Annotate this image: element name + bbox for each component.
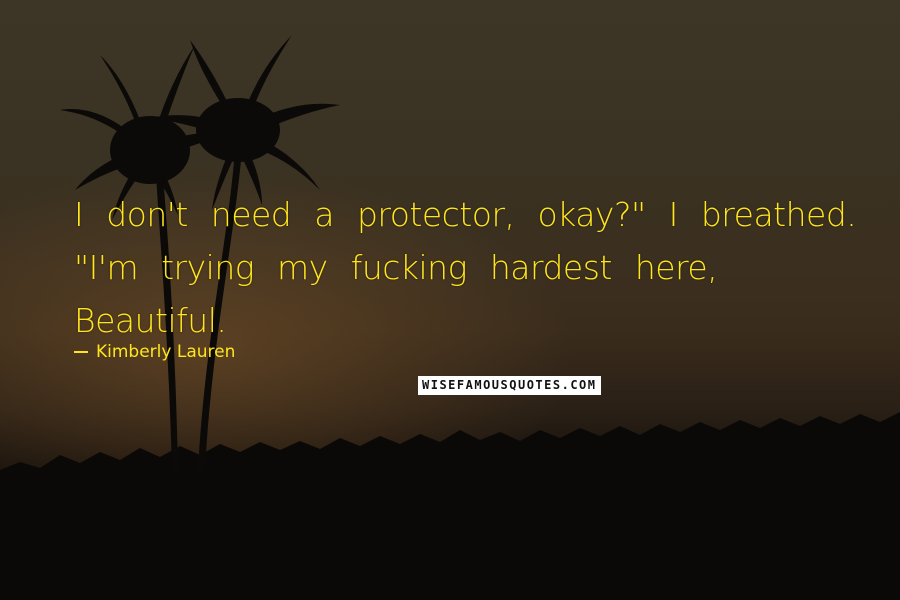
author-name: Kimberly Lauren — [96, 342, 236, 362]
watermark-logo: WISEFAMOUSQUOTES.COM — [418, 376, 601, 395]
quote-image: I don't need a protector, okay?" I breat… — [0, 0, 900, 600]
author-attribution: Kimberly Lauren — [74, 340, 235, 364]
treeline-silhouette — [0, 412, 900, 600]
palm-crown-right — [150, 35, 340, 210]
dash-glyph — [74, 351, 88, 353]
quote-text: I don't need a protector, okay?" I breat… — [74, 195, 857, 340]
